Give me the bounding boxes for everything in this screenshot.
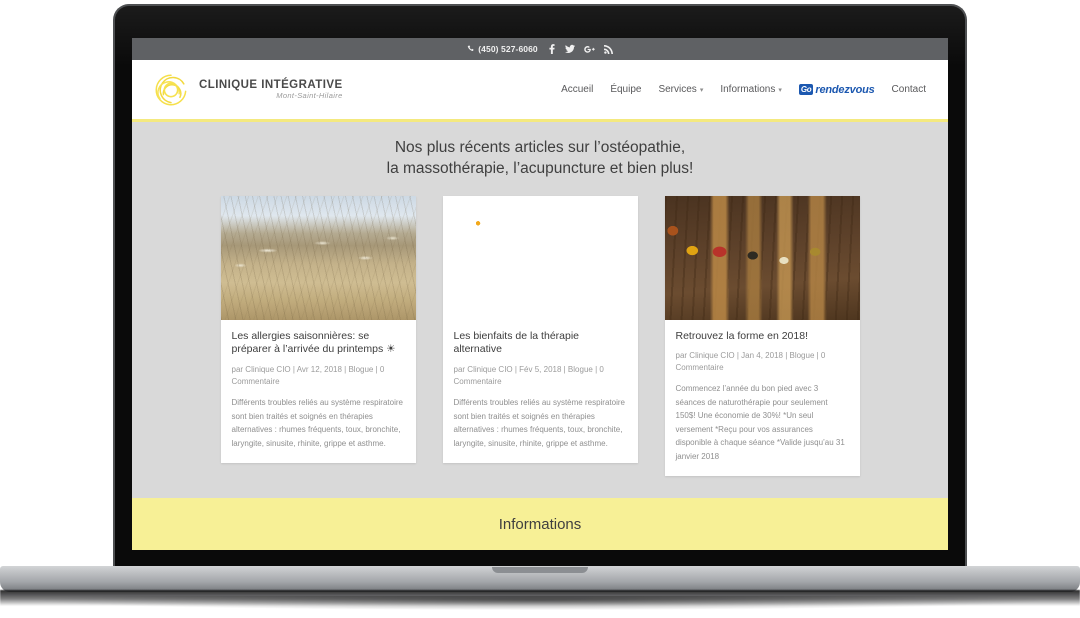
nav-label: Contact (891, 84, 926, 95)
nav-item-contact[interactable]: Contact (892, 84, 926, 95)
brand-tagline: Mont-Saint-Hilaire (276, 91, 343, 101)
article-excerpt: Différents troubles reliés au système re… (231, 398, 403, 448)
site-header: CLINIQUE INTÉGRATIVE Mont-Saint-Hilaire … (132, 60, 948, 122)
chevron-down-icon: ▾ (699, 86, 704, 94)
article-body: Retrouvez la forme en 2018! par Clinique… (665, 320, 860, 476)
article-excerpt: Différents troubles reliés au système re… (453, 398, 625, 448)
article-excerpt: Commencez l’année du bon pied avec 3 séa… (675, 384, 845, 461)
chevron-down-icon: ▾ (778, 86, 782, 94)
recent-articles-section: Nos plus récents articles sur l’ostéopat… (132, 122, 948, 499)
phone-icon (467, 45, 475, 53)
brand-text: CLINIQUE INTÉGRATIVE Mont-Saint-Hilaire (199, 79, 343, 100)
rendezvous-badge: Go (798, 84, 814, 95)
article-meta: par Clinique CIO | Avr 12, 2018 | Blogue… (231, 365, 385, 387)
article-card[interactable]: Les bienfaits de la thérapie alternative… (442, 195, 638, 463)
article-title[interactable]: Les bienfaits de la thérapie alternative (454, 330, 627, 358)
brand-logo[interactable]: CLINIQUE INTÉGRATIVE Mont-Saint-Hilaire (152, 71, 343, 109)
rendezvous-button[interactable]: Go rendezvous (798, 83, 875, 96)
rendezvous-label: rendezvous (815, 83, 875, 96)
phone-number: (450) 527-6060 (478, 44, 538, 54)
article-image-spices-spoons (664, 195, 860, 320)
website-page: (450) 527-6060 CLINIQUE INTÉGRATIVE Mont… (132, 38, 948, 550)
article-card-list: Les allergies saisonnières: se préparer … (132, 195, 948, 477)
section-heading: Nos plus récents articles sur l’ostéopat… (132, 138, 948, 196)
main-navigation: Accueil Équipe Services ▾ Informations ▾ (561, 84, 926, 96)
laptop-drop-shadow (40, 596, 1040, 610)
rss-icon[interactable] (603, 44, 613, 54)
nav-item-informations[interactable]: Informations ▾ (720, 84, 782, 95)
twitter-icon[interactable] (564, 44, 575, 54)
article-body: Les allergies saisonnières: se préparer … (221, 320, 416, 463)
nav-item-equipe[interactable]: Équipe (610, 84, 641, 95)
article-card[interactable]: Les allergies saisonnières: se préparer … (220, 195, 416, 463)
phone-link[interactable]: (450) 527-6060 (467, 44, 538, 54)
article-card[interactable]: Retrouvez la forme en 2018! par Clinique… (664, 195, 860, 477)
heading-line-2: la massothérapie, l’acupuncture et bien … (386, 159, 694, 177)
nav-label: Équipe (610, 84, 642, 95)
heading-line-1: Nos plus récents articles sur l’ostéopat… (394, 139, 686, 156)
article-image-wheat-field (220, 195, 416, 320)
informations-heading: Informations (498, 516, 582, 534)
laptop-trackpad-notch (492, 567, 588, 573)
article-title[interactable]: Les allergies saisonnières: se préparer … (232, 330, 405, 358)
utility-topbar: (450) 527-6060 (132, 38, 948, 60)
article-meta: par Clinique CIO | Fév 5, 2018 | Blogue … (453, 365, 604, 387)
brand-name: CLINIQUE INTÉGRATIVE (199, 79, 343, 92)
nav-label: Informations (720, 84, 776, 95)
spiral-logo-icon (152, 71, 190, 109)
laptop-mockup: (450) 527-6060 CLINIQUE INTÉGRATIVE Mont… (0, 0, 1080, 618)
browser-viewport: (450) 527-6060 CLINIQUE INTÉGRATIVE Mont… (132, 38, 948, 550)
informations-section: Informations (132, 498, 948, 550)
nav-label: Accueil (561, 84, 594, 95)
article-image-daisy-flowers (442, 195, 638, 320)
article-meta: par Clinique CIO | Jan 4, 2018 | Blogue … (675, 351, 826, 373)
nav-item-services[interactable]: Services ▾ (658, 84, 703, 95)
nav-label: Services (658, 84, 697, 95)
article-title[interactable]: Retrouvez la forme en 2018! (676, 330, 849, 344)
googleplus-icon[interactable] (584, 45, 595, 54)
facebook-icon[interactable] (547, 44, 556, 54)
article-body: Les bienfaits de la thérapie alternative… (443, 320, 638, 463)
nav-item-accueil[interactable]: Accueil (561, 84, 593, 95)
